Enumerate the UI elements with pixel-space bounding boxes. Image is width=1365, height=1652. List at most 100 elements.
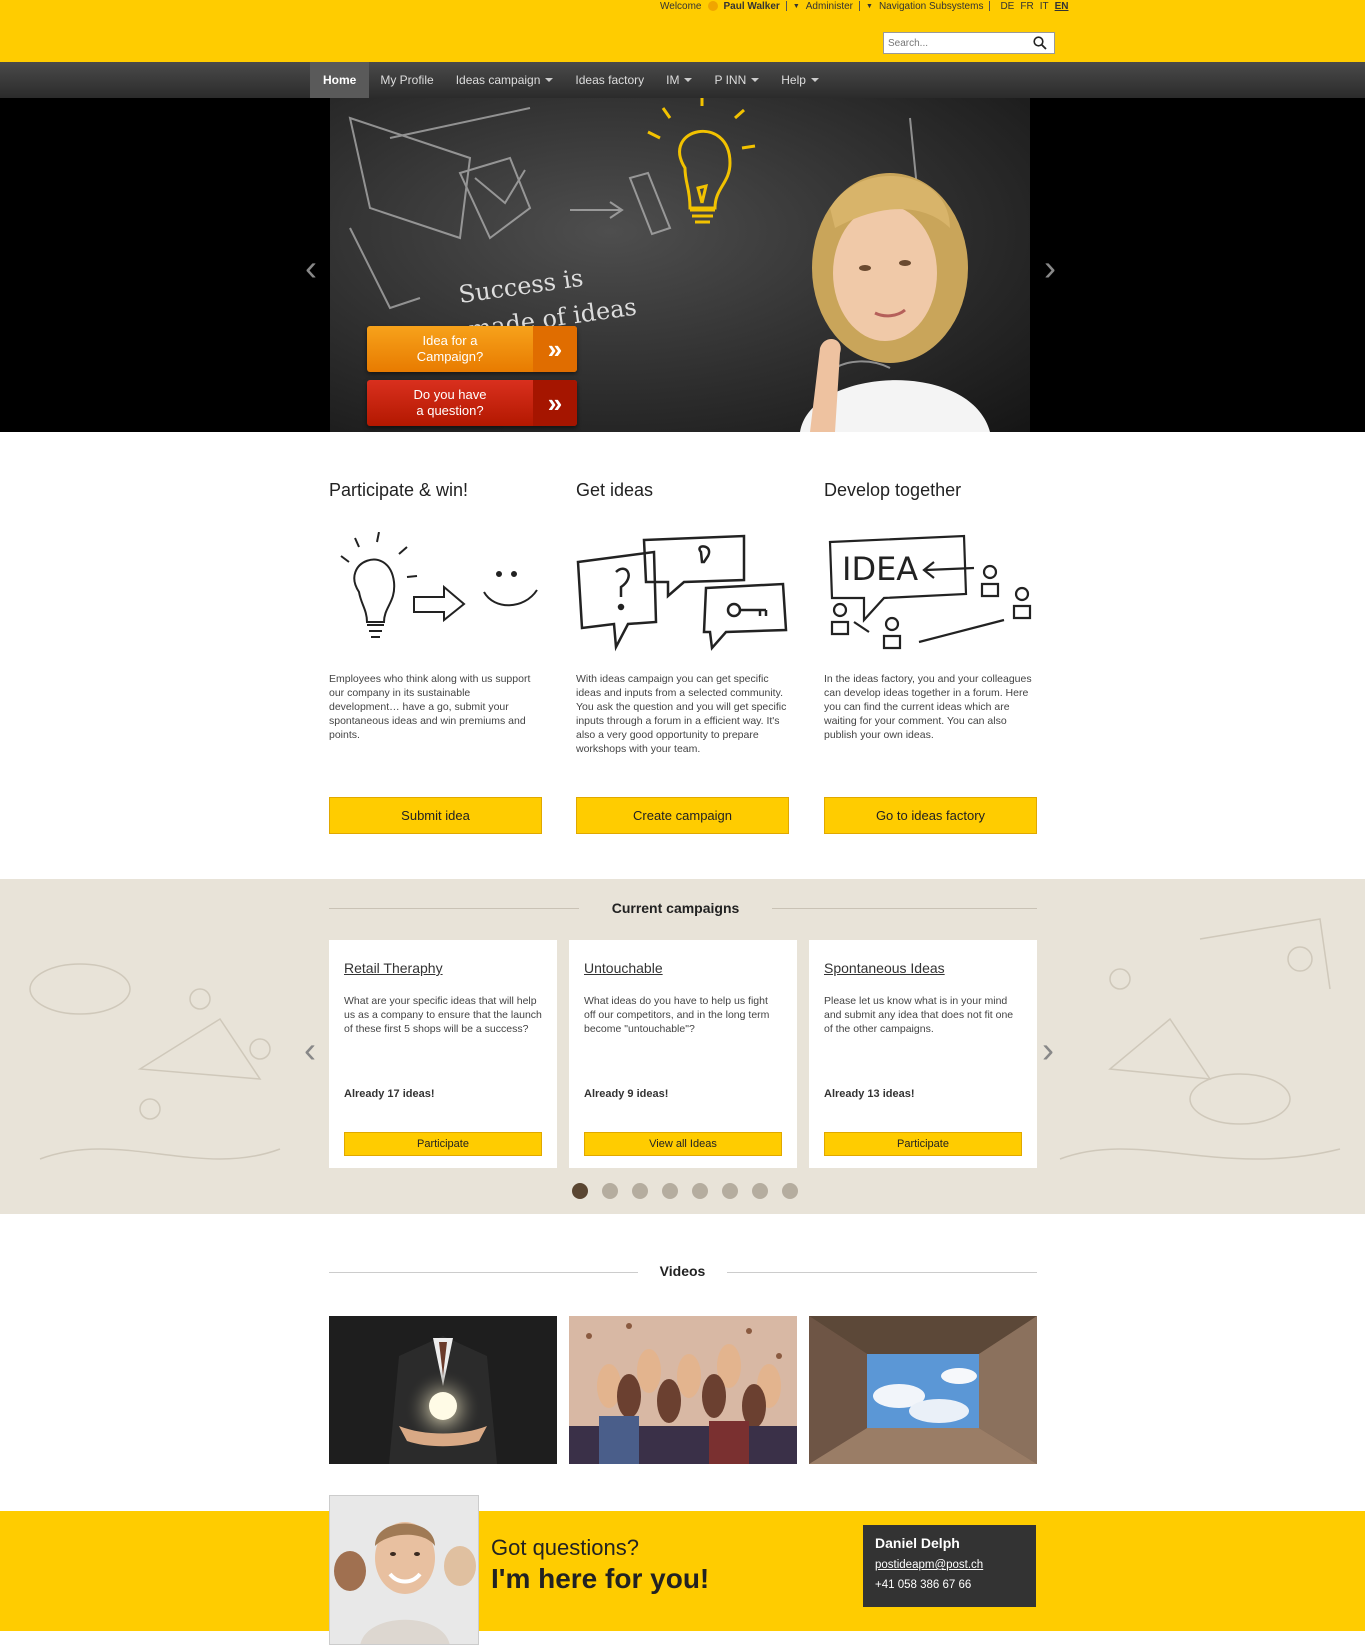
videos-title: Videos <box>659 1263 706 1279</box>
nav-item-label: My Profile <box>380 73 434 87</box>
feature-develop-together: Develop together IDEA In the ideas facto… <box>824 480 1037 834</box>
ask-question-button[interactable]: Do you have a question? » <box>367 380 577 426</box>
campaign-description: What ideas do you have to help us fight … <box>584 995 770 1035</box>
feature-title: Participate & win! <box>329 480 469 500</box>
campaign-dot[interactable] <box>662 1183 678 1199</box>
divider <box>772 908 1037 909</box>
contact-message: Got questions? I'm here for you! <box>491 1535 709 1595</box>
participate-button[interactable]: Participate <box>824 1132 1022 1156</box>
video-thumbnail-box-sky[interactable] <box>809 1316 1037 1464</box>
feature-text: Employees who think along with us suppor… <box>329 673 531 741</box>
search-icon[interactable] <box>1029 33 1051 53</box>
divider <box>989 1 991 11</box>
divider <box>329 908 579 909</box>
nav-item-label: Home <box>323 73 357 87</box>
feature-text: With ideas campaign you can get specific… <box>576 673 787 755</box>
nav-item-label: Help <box>781 73 806 87</box>
campaign-idea-count: Already 13 ideas! <box>824 1088 915 1100</box>
create-campaign-button[interactable]: Create campaign <box>576 797 789 834</box>
chevron-down-icon <box>810 78 819 82</box>
nav-item-ideas-campaign[interactable]: Ideas campaign <box>445 62 565 98</box>
feature-participate: Participate & win! Employees who think a… <box>329 480 542 834</box>
campaign-card: Untouchable What ideas do you have to he… <box>569 940 797 1168</box>
feature-title: Develop together <box>824 480 962 500</box>
search-input[interactable] <box>884 34 1029 52</box>
hero-slider: Success is made of ideas ‹ › <box>0 98 1365 432</box>
chevron-down-icon <box>545 78 554 82</box>
chevron-down-icon: ▼ <box>792 2 800 10</box>
participate-button[interactable]: Participate <box>344 1132 542 1156</box>
nav-item-label: Ideas campaign <box>455 73 541 87</box>
campaigns-pagination <box>572 1183 798 1199</box>
campaign-card: Retail Theraphy What are your specific i… <box>329 940 557 1168</box>
divider <box>727 1272 1037 1273</box>
campaign-dot[interactable] <box>692 1183 708 1199</box>
navigation-subsystems-menu[interactable]: Navigation Subsystems <box>879 1 984 12</box>
feature-get-ideas: Get ideas With ideas campaign you can ge… <box>576 480 789 834</box>
cta-label: Do you have a question? <box>413 387 487 418</box>
hero-prev-arrow[interactable]: ‹ <box>296 247 326 288</box>
campaigns-section: Current campaigns ‹ › Retail Theraphy Wh… <box>0 879 1365 1214</box>
lang-en[interactable]: EN <box>1055 1 1069 12</box>
main-nav-bar: Home My Profile Ideas campaign Ideas fac… <box>0 62 1365 98</box>
campaign-title-link[interactable]: Untouchable <box>584 960 782 982</box>
contact-line2: I'm here for you! <box>491 1563 710 1594</box>
campaign-description: What are your specific ideas that will h… <box>344 995 542 1035</box>
campaign-dot[interactable] <box>572 1183 588 1199</box>
campaign-idea-count: Already 17 ideas! <box>344 1088 435 1100</box>
search-box <box>883 32 1055 54</box>
divider <box>785 1 787 11</box>
feature-text: In the ideas factory, you and your colle… <box>824 673 1032 741</box>
submit-idea-button[interactable]: Submit idea <box>329 797 542 834</box>
campaign-description: Please let us know what is in your mind … <box>824 995 1014 1035</box>
lightbulb-smiley-icon <box>329 531 542 652</box>
contact-name: Daniel Delph <box>875 1535 960 1551</box>
speech-bubbles-icon <box>576 532 789 652</box>
idea-for-campaign-button[interactable]: Idea for a Campaign? » <box>367 326 577 372</box>
page: Welcome Paul Walker ▼ Administer ▼ Navig… <box>0 0 1365 1652</box>
nav-item-label: Ideas factory <box>575 73 645 87</box>
contact-phone: +41 058 386 67 66 <box>875 1579 972 1591</box>
campaign-dot[interactable] <box>752 1183 768 1199</box>
nav-item-p-inn[interactable]: P INN <box>703 62 770 98</box>
chevron-down-icon: ▼ <box>866 2 873 10</box>
utility-bar: Welcome Paul Walker ▼ Administer ▼ Navig… <box>660 0 1069 12</box>
campaign-dot[interactable] <box>602 1183 618 1199</box>
campaign-title-link[interactable]: Spontaneous Ideas <box>824 960 1022 982</box>
idea-group-icon: IDEA <box>824 532 1037 652</box>
campaigns-next-arrow[interactable]: › <box>1042 1029 1054 1071</box>
campaign-idea-count: Already 9 ideas! <box>584 1088 669 1100</box>
nav-item-label: IM <box>666 73 680 87</box>
nav-item-im[interactable]: IM <box>655 62 703 98</box>
divider <box>859 1 861 11</box>
administer-menu[interactable]: Administer <box>806 1 853 12</box>
campaign-card: Spontaneous Ideas Please let us know wha… <box>809 940 1037 1168</box>
view-all-ideas-button[interactable]: View all Ideas <box>584 1132 782 1156</box>
campaign-dot[interactable] <box>782 1183 798 1199</box>
contact-email-link[interactable]: postideapm@post.ch <box>875 1559 1024 1571</box>
nav-item-help[interactable]: Help <box>770 62 830 98</box>
video-thumbnail-hands[interactable] <box>569 1316 797 1464</box>
chevron-down-icon <box>684 78 693 82</box>
go-to-ideas-factory-button[interactable]: Go to ideas factory <box>824 797 1037 834</box>
campaigns-title: Current campaigns <box>611 900 740 916</box>
lang-fr[interactable]: FR <box>1020 1 1033 12</box>
double-chevron-right-icon: » <box>533 380 577 426</box>
video-thumbnail-lightbulb[interactable] <box>329 1316 557 1464</box>
cta-label: Idea for a Campaign? <box>416 333 484 364</box>
user-name-link[interactable]: Paul Walker <box>724 1 780 12</box>
lang-it[interactable]: IT <box>1040 1 1049 12</box>
nav-item-ideas-factory[interactable]: Ideas factory <box>564 62 655 98</box>
nav-item-home[interactable]: Home <box>310 62 370 98</box>
lang-de[interactable]: DE <box>1000 1 1014 12</box>
contact-line1: Got questions? <box>491 1535 639 1560</box>
campaigns-prev-arrow[interactable]: ‹ <box>304 1029 316 1071</box>
campaign-dot[interactable] <box>722 1183 738 1199</box>
nav-item-my-profile[interactable]: My Profile <box>369 62 444 98</box>
svg-text:IDEA: IDEA <box>842 550 918 588</box>
top-header: Welcome Paul Walker ▼ Administer ▼ Navig… <box>0 0 1365 62</box>
campaign-dot[interactable] <box>632 1183 648 1199</box>
hero-next-arrow[interactable]: › <box>1035 247 1065 288</box>
divider <box>329 1272 638 1273</box>
campaign-title-link[interactable]: Retail Theraphy <box>344 960 542 982</box>
